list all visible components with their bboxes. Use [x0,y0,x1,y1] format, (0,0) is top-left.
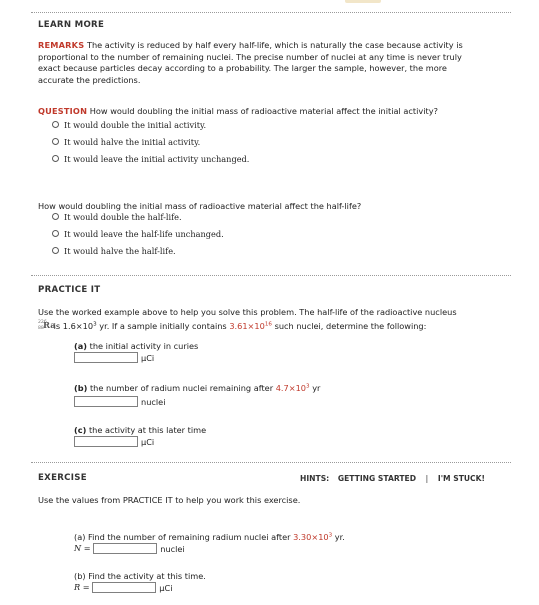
part-letter: (b) [74,383,88,393]
practice-answer-c-row: µCi [74,436,154,447]
part-letter: (c) [74,425,87,435]
q1-option-list: It would double the initial activity. It… [52,119,249,164]
half-life-value: is 1.6 [53,321,76,331]
question2-text: How would doubling the initial mass of r… [38,201,362,211]
practice-part-b: (b) the number of radium nuclei remainin… [74,383,320,393]
unit-label: nuclei [160,543,185,554]
practice-answer-a-row: µCi [74,352,154,363]
option-label: It would leave the half-life unchanged. [64,228,224,239]
practice-part-c: (c) the activity at this later time [74,425,206,435]
problem-text: such nuclei, determine the following: [274,321,427,331]
unit-label: µCi [141,352,155,363]
times-sign: × [75,321,83,331]
exercise-heading: EXERCISE [38,473,87,483]
variable-n: N [74,543,82,553]
part-letter: (a) [74,341,88,351]
practice-problem-line: 226 88 Ra is 1.6×103 yr. If a sample ini… [38,320,513,332]
option-label: It would halve the initial activity. [64,136,201,147]
power-exponent: 3 [93,321,97,328]
radium-isotope: 226 88 Ra [38,320,56,332]
variable-r: R [74,582,81,592]
q2-option-list: It would double the half-life. It would … [52,211,224,256]
q1-option[interactable]: It would double the initial activity. [52,119,249,130]
time-unit: yr [312,383,321,393]
problem-text: yr. If a sample initially contains [99,321,227,331]
remarks-line: exact because particles decay according … [38,63,447,73]
q1-option[interactable]: It would halve the initial activity. [52,136,249,147]
time-value: 4.7×103 [275,383,310,393]
radio-button[interactable] [52,247,59,254]
q2-option[interactable]: It would halve the half-life. [52,245,224,256]
option-label: It would double the half-life. [64,211,182,222]
part-text: the activity at this later time [88,425,207,435]
q2-option[interactable]: It would leave the half-life unchanged. [52,228,224,239]
radio-button[interactable] [52,121,59,128]
remarks-line: accurate the predictions. [38,74,141,85]
question1: QUESTION How would doubling the initial … [38,106,438,116]
exercise-part-b: (b) Find the activity at this time. [74,571,206,581]
exercise-answer-b-row: R = µCi [74,582,172,593]
learn-more-heading: LEARN MORE [38,20,105,30]
unit-label: µCi [141,436,155,447]
section-divider [31,12,511,13]
equals-sign: = [83,543,91,553]
question-label: QUESTION [38,106,88,116]
section-divider [31,462,511,463]
hint-separator: | [425,474,429,483]
unit-label: µCi [159,582,173,593]
equals-sign: = [82,582,90,592]
q2-option[interactable]: It would double the half-life. [52,211,224,222]
exercise-intro: Use the values from PRACTICE IT to help … [38,495,301,505]
time-unit: yr. [334,532,345,542]
top-tab-decoration [345,0,381,3]
remarks-line: The activity is reduced by half every ha… [86,40,463,50]
q1-option[interactable]: It would leave the initial activity unch… [52,153,249,164]
option-label: It would double the initial activity. [64,119,207,130]
practice-answer-b-row: nuclei [74,396,165,407]
answer-b-input[interactable] [74,396,138,407]
option-label: It would halve the half-life. [64,245,176,256]
radio-button[interactable] [52,155,59,162]
power-base: 10 [82,321,94,331]
hints-label: HINTS: [300,474,330,483]
im-stuck-link[interactable]: I'M STUCK! [438,474,485,483]
radio-button[interactable] [52,213,59,220]
answer-c-input[interactable] [74,436,138,447]
practice-it-heading: PRACTICE IT [38,285,101,295]
section-divider [31,275,511,276]
remarks-label: REMARKS [38,40,85,50]
radio-button[interactable] [52,138,59,145]
part-text: (a) Find the number of remaining radium … [74,532,291,542]
initial-nuclei-value: 3.61×1016 [229,321,272,331]
exercise-answer-a-input[interactable] [93,543,158,554]
remarks-paragraph: REMARKS The activity is reduced by half … [38,40,508,86]
remarks-line: proportional to the number of remaining … [38,51,462,62]
hints-bar: HINTS: GETTING STARTED | I'M STUCK! [300,474,485,483]
exercise-part-a: (a) Find the number of remaining radium … [74,532,345,542]
option-label: It would leave the initial activity unch… [64,153,250,164]
exercise-answer-a-row: N = nuclei [74,543,185,554]
practice-intro: Use the worked example above to help you… [38,307,457,317]
answer-a-input[interactable] [74,352,138,363]
isotope-symbol: Ra [43,320,56,331]
question1-text: How would doubling the initial mass of r… [89,106,438,116]
getting-started-link[interactable]: GETTING STARTED [338,474,416,483]
unit-label: nuclei [141,396,166,407]
exercise-answer-b-input[interactable] [92,582,157,593]
part-text: the initial activity in curies [89,341,199,351]
practice-part-a: (a) the initial activity in curies [74,341,198,351]
part-text: the number of radium nuclei remaining af… [89,383,274,393]
time-value: 3.30×103 [293,532,333,542]
radio-button[interactable] [52,230,59,237]
